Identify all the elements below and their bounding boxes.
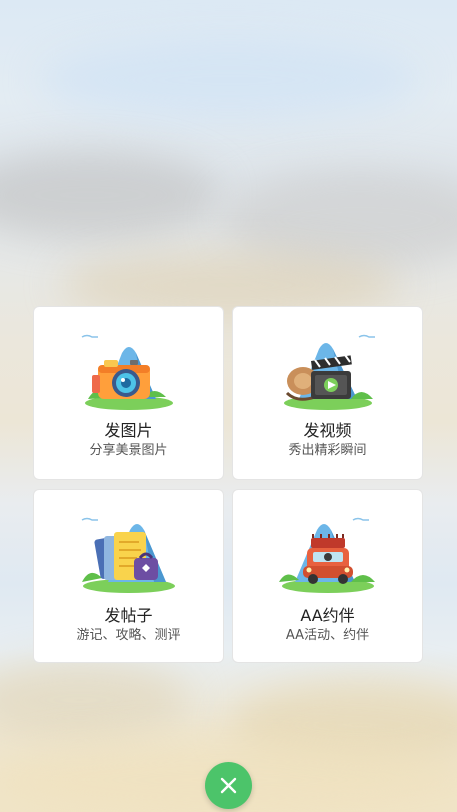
card-title: 发图片 — [104, 421, 153, 440]
travel-car-icon — [279, 517, 375, 593]
card-subtitle: 秀出精彩瞬间 — [288, 443, 367, 458]
background-sky — [40, 40, 420, 120]
camera-icon — [81, 334, 173, 410]
aa-companion-card[interactable]: AA约伴 AA活动、约伴 — [232, 489, 423, 663]
card-title: 发视频 — [303, 421, 352, 440]
documents-icon — [81, 517, 175, 593]
post-video-card[interactable]: 发视频 秀出精彩瞬间 — [232, 306, 423, 480]
card-subtitle: AA活动、约伴 — [285, 628, 370, 643]
card-subtitle: 游记、攻略、测评 — [76, 628, 181, 643]
card-subtitle: 分享美景图片 — [89, 443, 168, 458]
close-button[interactable] — [205, 762, 252, 809]
close-icon — [220, 777, 237, 794]
background-sand — [0, 660, 190, 740]
card-title: 发帖子 — [104, 606, 153, 625]
post-photo-card[interactable]: 发图片 分享美景图片 — [33, 306, 224, 480]
background-cloud — [0, 150, 220, 240]
video-clapper-icon — [284, 334, 375, 410]
post-type-picker-screen: 发图片 分享美景图片 发视频 秀出精彩瞬间 发帖子 游记、攻略、测评 AA约伴 … — [0, 0, 457, 812]
post-type-grid: 发图片 分享美景图片 发视频 秀出精彩瞬间 发帖子 游记、攻略、测评 AA约伴 … — [33, 306, 425, 664]
card-title: AA约伴 — [300, 606, 355, 625]
post-article-card[interactable]: 发帖子 游记、攻略、测评 — [33, 489, 224, 663]
